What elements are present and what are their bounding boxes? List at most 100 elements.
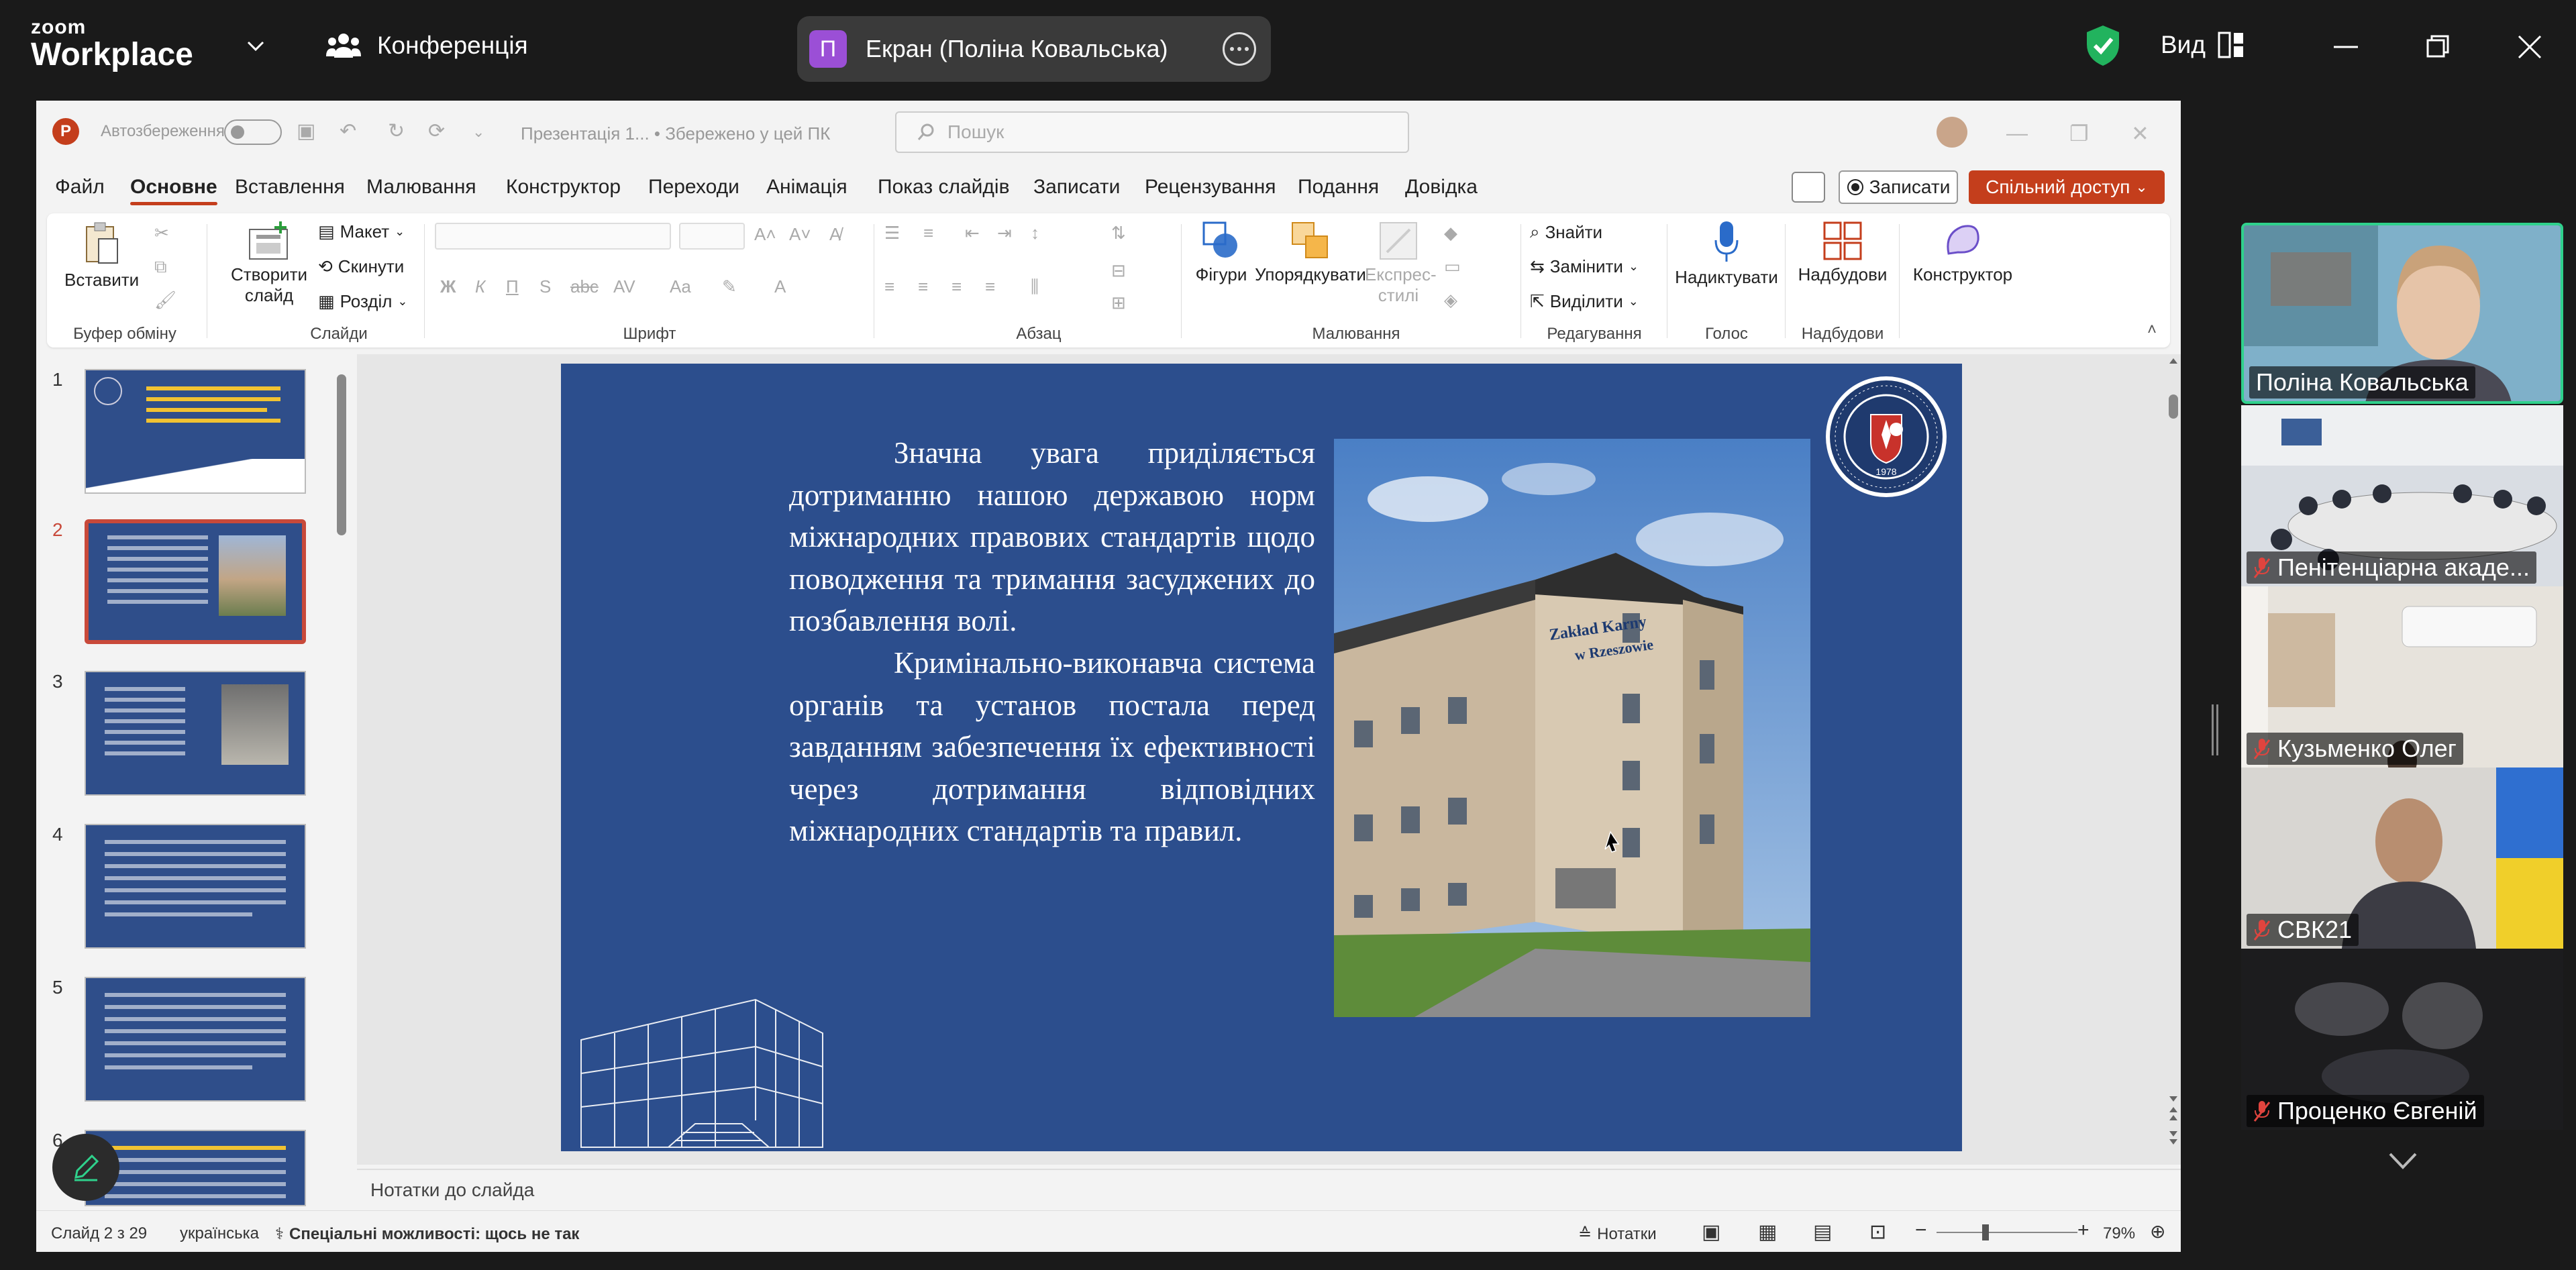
slide-sorter-icon[interactable]: ▦ xyxy=(1758,1220,1777,1244)
redo-icon[interactable]: ↻ xyxy=(388,119,405,143)
dictate-button[interactable]: Надиктувати xyxy=(1669,220,1784,288)
participant-tile[interactable]: Пенітенціарна акаде... xyxy=(2241,405,2563,586)
chevron-down-icon[interactable] xyxy=(244,35,267,58)
slide-text-box[interactable]: Значна увага приділяється дотриманню наш… xyxy=(789,432,1315,852)
line-spacing-icon[interactable]: ↕ xyxy=(1031,223,1039,244)
ppt-minimize-icon[interactable]: — xyxy=(2006,121,2028,146)
replace-button[interactable]: ⇆ Замінити ⌄ xyxy=(1530,256,1639,277)
share-button[interactable]: Спільний доступ ⌄ xyxy=(1969,170,2165,204)
text-direction-icon[interactable]: ⇅ xyxy=(1111,223,1126,244)
thumbnails-scrollbar[interactable] xyxy=(337,354,346,1206)
bullets-icon[interactable]: ☰ xyxy=(884,223,900,244)
tab-design[interactable]: Конструктор xyxy=(506,176,621,199)
language-indicator[interactable]: українська xyxy=(180,1224,259,1243)
document-title[interactable]: Презентація 1... • Збережено у цей ПК xyxy=(521,123,830,144)
slide-thumbnail[interactable] xyxy=(85,824,306,949)
layout-button[interactable]: ▤ Макет ⌄ xyxy=(318,221,405,242)
paste-button[interactable]: Вставити xyxy=(64,220,139,290)
zoom-slider[interactable] xyxy=(1937,1232,2077,1233)
font-color-icon[interactable]: A xyxy=(774,276,786,297)
tab-file[interactable]: Файл xyxy=(55,176,105,199)
shapes-button[interactable]: Фігури xyxy=(1188,220,1255,285)
justify-icon[interactable]: ≡ xyxy=(985,276,995,297)
slide-thumbnail[interactable] xyxy=(85,671,306,796)
ppt-maximize-icon[interactable]: ❐ xyxy=(2069,121,2089,146)
underline-icon[interactable]: П xyxy=(506,276,519,297)
more-options-icon[interactable] xyxy=(1223,32,1256,66)
tab-slideshow[interactable]: Показ слайдів xyxy=(878,176,1010,199)
slide-scrollbar[interactable] xyxy=(2166,354,2181,1165)
shape-outline-icon[interactable]: ▭ xyxy=(1444,256,1461,277)
tab-record[interactable]: Записати xyxy=(1033,176,1120,199)
decrease-indent-icon[interactable]: ⇤ xyxy=(965,223,980,244)
addins-button[interactable]: Надбудови xyxy=(1788,220,1898,285)
panel-resize-handle[interactable] xyxy=(2212,704,2218,755)
strikethrough-icon[interactable]: abc xyxy=(570,276,599,297)
align-center-icon[interactable]: ≡ xyxy=(918,276,928,297)
customize-qat-icon[interactable]: ⌄ xyxy=(472,123,484,141)
search-box[interactable]: Пошук xyxy=(895,111,1409,153)
tab-draw[interactable]: Малювання xyxy=(366,176,476,199)
highlight-icon[interactable]: ✎ xyxy=(722,276,737,297)
reading-view-icon[interactable]: ▤ xyxy=(1813,1220,1832,1244)
copy-icon[interactable]: ⧉ xyxy=(154,256,167,278)
tab-home[interactable]: Основне xyxy=(130,176,217,205)
participant-tile[interactable]: Проценко Євгеній xyxy=(2241,949,2563,1130)
shadow-icon[interactable]: S xyxy=(539,276,551,297)
slide-thumbnail[interactable] xyxy=(85,977,306,1102)
minimize-icon[interactable] xyxy=(2326,27,2366,67)
participant-tile[interactable]: СВК21 xyxy=(2241,768,2563,949)
user-avatar[interactable] xyxy=(1937,117,1967,148)
find-button[interactable]: ⌕ Знайти xyxy=(1530,221,1602,243)
fit-to-window-icon[interactable]: ⊕ xyxy=(2150,1220,2165,1242)
section-button[interactable]: ▦ Розділ ⌄ xyxy=(318,291,408,312)
undo-icon[interactable]: ↶ xyxy=(340,119,356,143)
autosave-toggle[interactable] xyxy=(224,119,282,145)
shape-effects-icon[interactable]: ◈ xyxy=(1444,290,1457,311)
slide-thumbnail-selected[interactable] xyxy=(85,519,306,644)
security-shield-icon[interactable] xyxy=(2084,24,2122,67)
font-size-select[interactable] xyxy=(679,223,745,250)
italic-icon[interactable]: К xyxy=(475,276,485,297)
char-spacing-icon[interactable]: AV xyxy=(613,276,635,297)
normal-view-icon[interactable]: ▣ xyxy=(1702,1220,1720,1244)
record-button[interactable]: Записати xyxy=(1839,170,1958,204)
decrease-font-icon[interactable]: A˅ xyxy=(789,224,811,245)
align-right-icon[interactable]: ≡ xyxy=(951,276,962,297)
prison-building-photo[interactable]: Zakład Karny w Rzeszowie xyxy=(1334,439,1810,1017)
view-button[interactable]: Вид xyxy=(2161,31,2245,59)
font-family-select[interactable] xyxy=(435,223,671,250)
notes-toggle-button[interactable]: ≙ Нотатки xyxy=(1578,1224,1657,1244)
notes-pane[interactable]: Нотатки до слайда xyxy=(357,1169,2181,1206)
slideshow-view-icon[interactable]: ⊡ xyxy=(1869,1220,1886,1244)
participant-tile[interactable]: Поліна Ковальська xyxy=(2241,223,2563,404)
tab-transitions[interactable]: Переходи xyxy=(648,176,739,199)
shape-fill-icon[interactable]: ◆ xyxy=(1444,223,1457,244)
columns-icon[interactable]: ⫼ xyxy=(1031,276,1039,298)
ppt-close-icon[interactable]: ✕ xyxy=(2131,121,2149,146)
zoom-slider-thumb[interactable] xyxy=(1982,1224,1989,1240)
zoom-out-icon[interactable]: − xyxy=(1915,1219,1927,1242)
quick-styles-button[interactable]: Експрес- стилі xyxy=(1365,220,1437,306)
select-button[interactable]: ⇱ Виділити ⌄ xyxy=(1530,291,1639,312)
tab-review[interactable]: Рецензування xyxy=(1145,176,1276,199)
current-slide[interactable]: Значна увага приділяється дотриманню наш… xyxy=(561,364,1962,1151)
zoom-level[interactable]: 79% xyxy=(2103,1224,2135,1243)
smartart-icon[interactable]: ⊞ xyxy=(1111,293,1126,313)
accessibility-status[interactable]: ⚕ Спеціальні можливості: щось не так xyxy=(275,1224,579,1244)
reset-button[interactable]: ⟲ Скинути xyxy=(318,256,404,277)
numbering-icon[interactable]: ≡ xyxy=(923,223,933,244)
collapse-ribbon-icon[interactable]: ˄ xyxy=(2147,321,2157,339)
format-painter-icon[interactable]: 🖌 xyxy=(154,290,176,311)
align-left-icon[interactable]: ≡ xyxy=(884,276,894,297)
increase-font-icon[interactable]: A˄ xyxy=(754,224,776,245)
tab-view[interactable]: Подання xyxy=(1298,176,1379,199)
bold-icon[interactable]: Ж xyxy=(440,276,456,297)
clear-format-icon[interactable]: A̸ xyxy=(829,224,841,245)
close-icon[interactable] xyxy=(2510,27,2550,67)
increase-indent-icon[interactable]: ⇥ xyxy=(997,223,1012,244)
comments-button[interactable] xyxy=(1792,172,1825,203)
new-slide-button[interactable]: Створити слайд xyxy=(225,220,313,306)
zoom-in-icon[interactable]: + xyxy=(2077,1219,2090,1242)
align-text-icon[interactable]: ⊟ xyxy=(1111,260,1126,281)
